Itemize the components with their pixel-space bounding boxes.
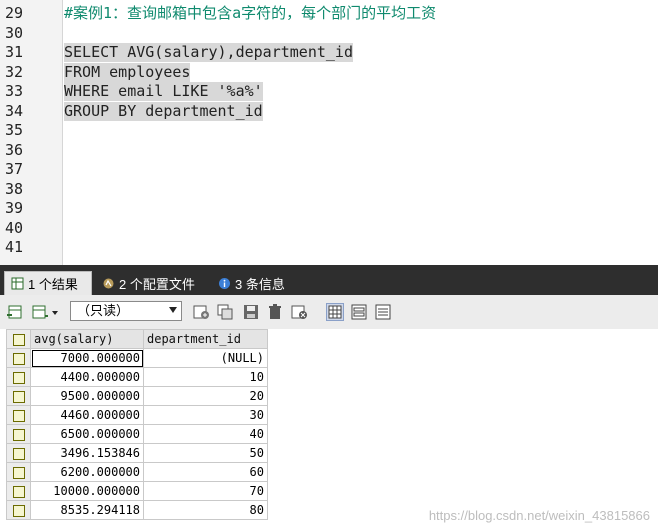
cell[interactable]: 60 [143, 462, 268, 482]
cell[interactable]: 8535.294118 [30, 500, 144, 520]
cell[interactable]: (NULL) [143, 348, 268, 368]
header-row: avg(salary) department_id [6, 329, 268, 349]
cell[interactable]: 6200.000000 [30, 462, 144, 482]
cell[interactable]: 10000.000000 [30, 481, 144, 501]
table-row[interactable]: 3496.153846 50 [6, 443, 268, 463]
code-line-comment[interactable]: #案例1：查询邮箱中包含a字符的，每个部门的平均工资 [64, 4, 436, 23]
column-header[interactable]: avg(salary) [30, 329, 144, 349]
table-row[interactable]: 6500.000000 40 [6, 424, 268, 444]
cell[interactable]: 4400.000000 [30, 367, 144, 387]
sql-editor[interactable]: 29 30 31 32 33 34 35 36 37 38 39 40 41 #… [0, 0, 658, 265]
row-checkbox[interactable] [6, 424, 31, 444]
table-row[interactable]: 8535.294118 80 [6, 500, 268, 520]
result-grid[interactable]: avg(salary) department_id 7000.000000 (N… [0, 329, 658, 531]
cell[interactable]: 70 [143, 481, 268, 501]
line-number: 40 [5, 219, 24, 237]
code-line-group-by[interactable]: GROUP BY department_id [64, 102, 263, 121]
cell[interactable]: 6500.000000 [30, 424, 144, 444]
table-row[interactable]: 4400.000000 10 [6, 367, 268, 387]
table-row[interactable]: 10000.000000 70 [6, 481, 268, 501]
cell[interactable]: 80 [143, 500, 268, 520]
line-number: 38 [5, 180, 24, 198]
line-number: 36 [5, 141, 24, 159]
row-checkbox[interactable] [6, 500, 31, 520]
cell[interactable]: 4460.000000 [30, 405, 144, 425]
insert-row-icon[interactable] [192, 303, 210, 321]
tab-label: 3 条信息 [235, 276, 285, 292]
tab-label: 1 个结果 [28, 277, 78, 292]
tab-profile[interactable]: 2 个配置文件 [96, 271, 208, 295]
table-row[interactable]: 9500.000000 20 [6, 386, 268, 406]
tab-messages[interactable]: 3 条信息 [212, 271, 298, 295]
grid-view-icon[interactable] [326, 303, 344, 321]
text-view-icon[interactable] [374, 303, 392, 321]
table-row[interactable]: 7000.000000 (NULL) [6, 348, 268, 368]
cell[interactable]: 7000.000000 [30, 348, 144, 368]
code-line-select[interactable]: SELECT AVG(salary),department_id [64, 43, 353, 62]
line-number: 39 [5, 199, 24, 217]
line-number: 37 [5, 160, 24, 178]
row-checkbox[interactable] [6, 386, 31, 406]
tab-results[interactable]: 1 个结果 [4, 271, 92, 295]
dropdown-arrow-icon [169, 307, 177, 313]
line-number: 31 [5, 43, 24, 61]
table-result-icon [11, 277, 24, 290]
cell[interactable]: 20 [143, 386, 268, 406]
trash-icon[interactable] [266, 303, 284, 321]
line-number: 32 [5, 63, 24, 81]
form-view-icon[interactable] [350, 303, 368, 321]
line-number: 33 [5, 82, 24, 100]
result-table: avg(salary) department_id 7000.000000 (N… [6, 329, 268, 520]
mode-select-value: （只读） [77, 303, 130, 318]
cell[interactable]: 50 [143, 443, 268, 463]
result-toolbar: （只读） [0, 295, 658, 330]
cell[interactable]: 3496.153846 [30, 443, 144, 463]
line-number: 29 [5, 4, 24, 22]
line-number: 35 [5, 121, 24, 139]
table-row[interactable]: 6200.000000 60 [6, 462, 268, 482]
line-number: 30 [5, 24, 24, 42]
column-header[interactable]: department_id [143, 329, 268, 349]
profile-icon [102, 277, 115, 290]
row-checkbox[interactable] [6, 481, 31, 501]
line-number: 41 [5, 238, 24, 256]
cell[interactable]: 10 [143, 367, 268, 387]
import-icon[interactable] [30, 303, 49, 321]
tab-label: 2 个配置文件 [119, 276, 195, 292]
export-icon[interactable] [6, 303, 24, 321]
row-checkbox[interactable] [6, 443, 31, 463]
cell[interactable]: 9500.000000 [30, 386, 144, 406]
cancel-changes-icon[interactable] [290, 303, 308, 321]
watermark-text: https://blog.csdn.net/weixin_43815866 [428, 508, 650, 523]
line-number-gutter: 29 30 31 32 33 34 35 36 37 38 39 40 41 [0, 0, 63, 265]
row-checkbox[interactable] [6, 367, 31, 387]
result-tab-bar: 1 个结果 2 个配置文件 3 条信息 [0, 265, 658, 295]
row-checkbox[interactable] [6, 462, 31, 482]
save-icon[interactable] [242, 303, 260, 321]
table-row[interactable]: 4460.000000 30 [6, 405, 268, 425]
row-checkbox[interactable] [6, 348, 31, 368]
cell[interactable]: 40 [143, 424, 268, 444]
code-line-from[interactable]: FROM employees [64, 63, 191, 82]
chevron-down-icon[interactable] [50, 303, 60, 321]
duplicate-row-icon[interactable] [216, 303, 234, 321]
info-icon [218, 277, 231, 290]
cell[interactable]: 30 [143, 405, 268, 425]
row-checkbox[interactable] [6, 405, 31, 425]
line-number: 34 [5, 102, 24, 120]
read-only-mode-select[interactable]: （只读） [70, 301, 182, 321]
select-all-checkbox[interactable] [6, 329, 31, 349]
code-line-where[interactable]: WHERE email LIKE '%a%' [64, 82, 263, 101]
